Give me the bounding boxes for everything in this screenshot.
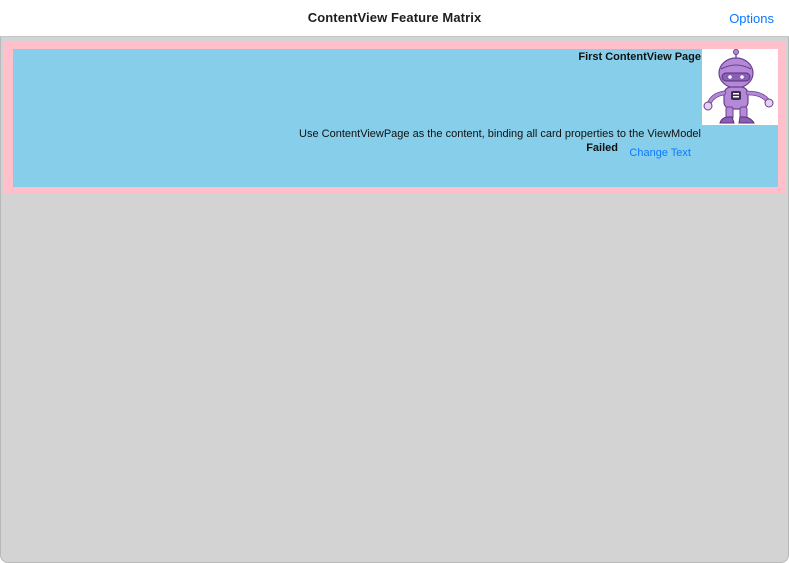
options-button[interactable]: Options <box>729 11 774 26</box>
card-body: First ContentView Page Use ContentViewPa… <box>13 49 778 187</box>
status-label: Failed <box>586 142 618 154</box>
content-area: First ContentView Page Use ContentViewPa… <box>0 37 789 563</box>
card-title: First ContentView Page <box>578 51 701 63</box>
change-text-button[interactable]: Change Text <box>629 147 691 159</box>
page-title: ContentView Feature Matrix <box>307 10 482 25</box>
dotnet-bot-robot-icon <box>702 49 778 125</box>
app-window: ContentView Feature Matrix Options First… <box>0 0 789 563</box>
navigation-bar: ContentView Feature Matrix Options <box>0 0 789 37</box>
robot-illustration <box>703 49 774 124</box>
content-view-card: First ContentView Page Use ContentViewPa… <box>4 41 786 194</box>
card-description: Use ContentViewPage as the content, bind… <box>299 128 701 140</box>
